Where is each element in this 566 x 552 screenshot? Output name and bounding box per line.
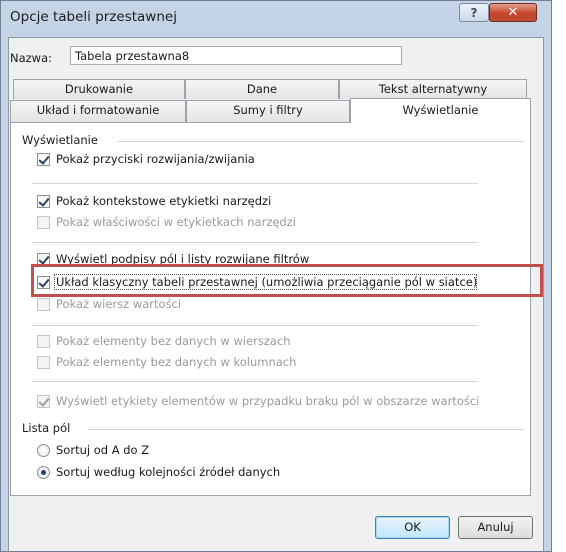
display-group-divider — [118, 141, 524, 142]
separator — [32, 242, 478, 243]
checkmark-icon — [38, 195, 50, 207]
checkbox — [37, 335, 50, 348]
highlight-annotation — [31, 264, 543, 297]
radio-button[interactable] — [37, 466, 50, 479]
ok-button[interactable]: OK — [375, 516, 450, 539]
tab-alt-text[interactable]: Tekst alternatywny — [339, 79, 527, 99]
checkbox[interactable] — [37, 195, 50, 208]
tab-data[interactable]: Dane — [185, 79, 339, 99]
cancel-button[interactable]: Anuluj — [458, 516, 533, 539]
display-group-label: Wyświetlanie — [22, 133, 98, 147]
checkbox-label: Pokaż elementy bez danych w wierszach — [56, 334, 291, 348]
name-input[interactable]: Tabela przestawna8 — [70, 46, 402, 65]
field-list-group-divider — [88, 429, 524, 430]
title-bar[interactable]: Opcje tabeli przestawnej ? ✕ — [1, 1, 551, 37]
checkbox — [37, 395, 50, 408]
radio-label: Sortuj według kolejności źródeł danych — [56, 465, 281, 479]
radio-button[interactable] — [37, 444, 50, 457]
checkmark-icon — [38, 153, 50, 165]
separator — [32, 381, 478, 382]
tab-printing[interactable]: Drukowanie — [13, 79, 185, 99]
tab-display[interactable]: Wyświetlanie — [350, 98, 531, 123]
radio-label: Sortuj od A do Z — [56, 443, 150, 457]
checkbox-label: Pokaż przyciski rozwijania/zwijania — [56, 152, 255, 166]
radio-selected-dot — [41, 470, 46, 475]
field-list-group-label: Lista pól — [22, 421, 71, 435]
checkbox — [37, 216, 50, 229]
checkbox-label: Pokaż wiersz wartości — [56, 297, 182, 311]
checkbox-label: Pokaż właściwości w etykietkach narzędzi — [56, 215, 296, 229]
checkbox-label: Pokaż kontekstowe etykietki narzędzi — [56, 194, 272, 208]
help-button[interactable]: ? — [459, 3, 489, 22]
checkmark-icon — [38, 395, 50, 407]
name-label: Nazwa: — [10, 51, 53, 65]
checkbox — [37, 356, 50, 369]
tab-layout-format[interactable]: Układ i formatowanie — [10, 100, 186, 122]
tab-totals-filters[interactable]: Sumy i filtry — [186, 100, 350, 122]
window-title: Opcje tabeli przestawnej — [10, 9, 177, 25]
checkbox-label: Pokaż elementy bez danych w kolumnach — [56, 355, 297, 369]
close-button[interactable]: ✕ — [489, 3, 537, 22]
checkbox-label: Wyświetl etykiety elementów w przypadku … — [56, 394, 480, 408]
separator — [32, 183, 478, 184]
checkbox — [37, 298, 50, 311]
checkbox[interactable] — [37, 153, 50, 166]
separator — [32, 325, 478, 326]
